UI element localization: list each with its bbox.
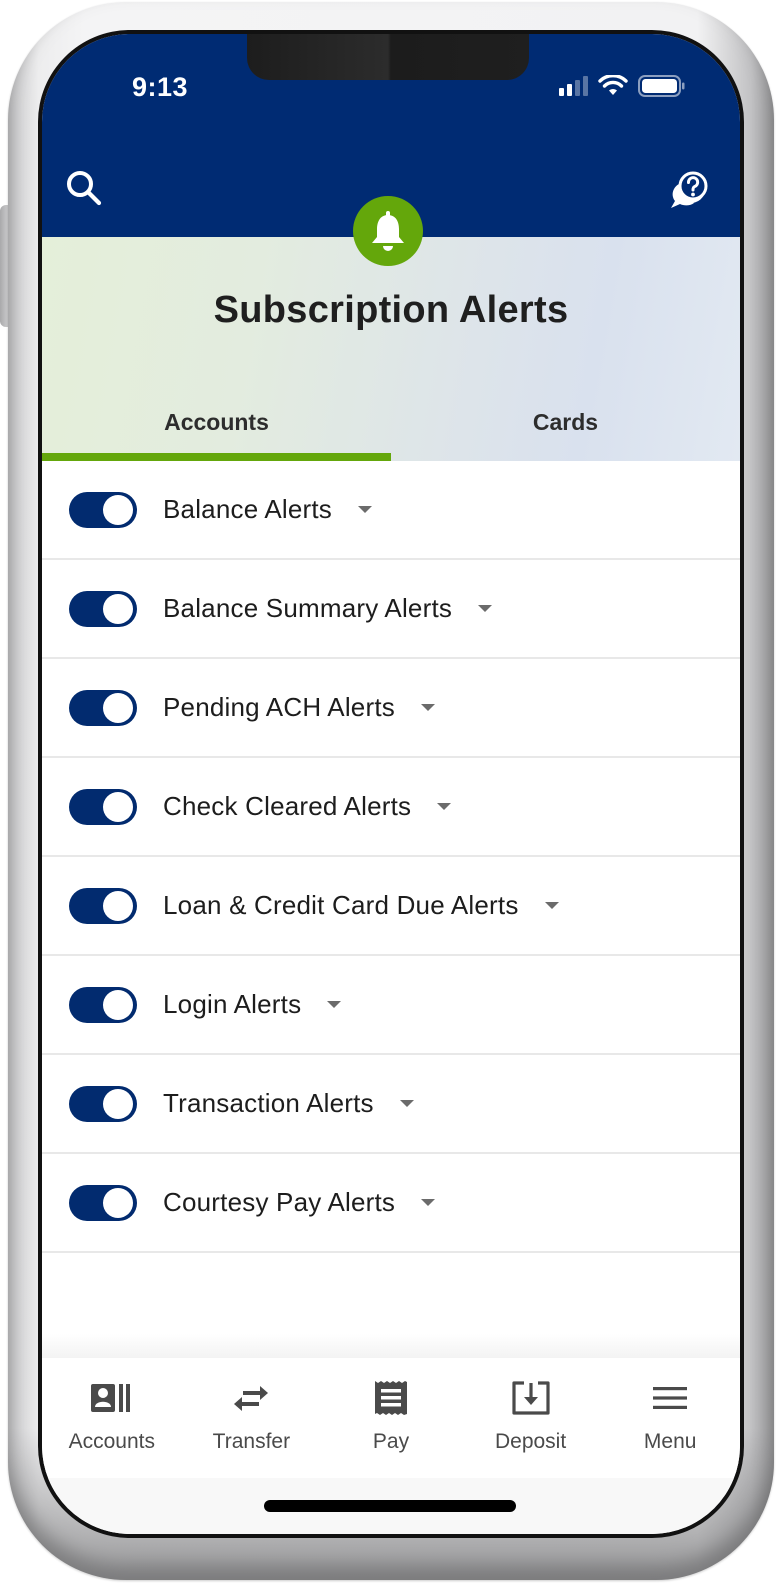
check-cleared-alerts-toggle[interactable] — [69, 788, 137, 825]
chevron-down-icon[interactable] — [478, 605, 493, 612]
search-button[interactable] — [64, 168, 106, 210]
nav-accounts[interactable]: Accounts — [42, 1358, 182, 1478]
transfer-arrows-icon — [234, 1386, 269, 1411]
alert-label: Balance Alerts — [163, 494, 333, 524]
page-title: Subscription Alerts — [213, 289, 569, 331]
status-time: 9:13 — [132, 72, 189, 102]
alert-row-transaction: Transaction Alerts — [42, 1055, 740, 1154]
search-icon — [67, 171, 102, 206]
balance-alerts-toggle[interactable] — [69, 491, 137, 528]
chevron-down-icon[interactable] — [421, 1199, 436, 1206]
alert-label: Courtesy Pay Alerts — [163, 1187, 396, 1217]
status-icons — [559, 74, 686, 98]
alert-label: Loan & Credit Card Due Alerts — [163, 890, 519, 920]
alert-list: Balance Alerts Balance Summary Alerts Pe… — [42, 461, 740, 1253]
alert-label: Balance Summary Alerts — [163, 593, 453, 623]
accounts-card-icon — [90, 1384, 130, 1412]
pending-ach-alerts-toggle[interactable] — [69, 689, 137, 726]
alert-label: Pending ACH Alerts — [163, 692, 395, 722]
nav-label: Menu — [643, 1430, 697, 1453]
nav-label: Pay — [372, 1430, 410, 1453]
battery-icon — [638, 75, 685, 97]
notch — [247, 34, 529, 80]
chevron-down-icon[interactable] — [420, 704, 435, 711]
bell-icon — [372, 211, 404, 251]
alert-row-check-cleared: Check Cleared Alerts — [42, 758, 740, 857]
nav-pay[interactable]: Pay — [321, 1358, 461, 1478]
alert-row-courtesy-pay: Courtesy Pay Alerts — [42, 1154, 740, 1253]
help-chat-icon — [671, 171, 708, 208]
nav-label: Transfer — [212, 1430, 291, 1453]
home-indicator[interactable] — [264, 1500, 516, 1512]
bottom-nav: Accounts Transfer Pay Deposit Menu — [42, 1358, 740, 1478]
screen-bezel: 9:13 Subscription Alerts Accounts Cards … — [38, 30, 744, 1538]
tab-cards[interactable]: Cards — [391, 391, 740, 461]
tab-accounts[interactable]: Accounts — [42, 391, 391, 461]
alert-label: Check Cleared Alerts — [163, 791, 412, 821]
deposit-tray-icon — [511, 1381, 550, 1415]
cellular-signal-icon — [559, 76, 588, 96]
hamburger-menu-icon — [653, 1387, 688, 1409]
courtesy-pay-alerts-toggle[interactable] — [69, 1184, 137, 1221]
chevron-down-icon[interactable] — [358, 506, 373, 513]
tab-bar: Accounts Cards — [42, 391, 740, 461]
hero-section: Subscription Alerts Accounts Cards — [42, 237, 740, 461]
transaction-alerts-toggle[interactable] — [69, 1085, 137, 1122]
receipt-icon — [374, 1381, 407, 1415]
chevron-down-icon[interactable] — [437, 803, 452, 810]
nav-label: Accounts — [68, 1430, 155, 1453]
alert-row-loan-credit-card-due: Loan & Credit Card Due Alerts — [42, 857, 740, 956]
help-button[interactable] — [668, 166, 714, 212]
alert-row-balance-summary: Balance Summary Alerts — [42, 560, 740, 659]
chevron-down-icon[interactable] — [399, 1100, 414, 1107]
wifi-icon — [598, 75, 628, 95]
nav-transfer[interactable]: Transfer — [182, 1358, 322, 1478]
alert-row-login: Login Alerts — [42, 956, 740, 1055]
nav-menu[interactable]: Menu — [600, 1358, 740, 1478]
alert-label: Login Alerts — [163, 989, 302, 1019]
chevron-down-icon[interactable] — [544, 902, 559, 909]
screen: 9:13 Subscription Alerts Accounts Cards … — [42, 34, 740, 1534]
bell-badge — [353, 196, 423, 266]
bottom-nav-shadow — [42, 1334, 740, 1358]
loan-credit-card-due-alerts-toggle[interactable] — [69, 887, 137, 924]
nav-deposit[interactable]: Deposit — [461, 1358, 601, 1478]
alert-row-pending-ach: Pending ACH Alerts — [42, 659, 740, 758]
balance-summary-alerts-toggle[interactable] — [69, 590, 137, 627]
alert-label: Transaction Alerts — [163, 1088, 374, 1118]
login-alerts-toggle[interactable] — [69, 986, 137, 1023]
alert-row-balance: Balance Alerts — [42, 461, 740, 560]
chevron-down-icon[interactable] — [327, 1001, 342, 1008]
nav-label: Deposit — [494, 1430, 567, 1453]
